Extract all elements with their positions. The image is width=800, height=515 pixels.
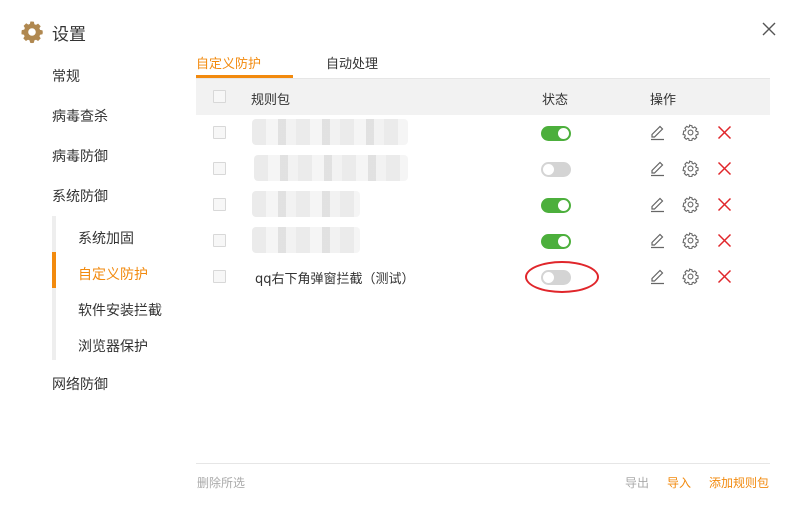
tab-custom-protection[interactable]: 自定义防护 [196,53,261,72]
settings-icon[interactable] [682,124,699,141]
tab-auto-handle[interactable]: 自动处理 [326,53,378,72]
redacted-rule-name [254,155,408,181]
delete-icon[interactable] [716,268,733,285]
table-row [196,187,770,223]
row-checkbox[interactable] [213,270,226,283]
table-header: 规则包 状态 操作 [196,79,770,115]
row-checkbox[interactable] [213,126,226,139]
table-row [196,223,770,259]
window-title-bar: 设置 [20,18,86,46]
redacted-rule-name [252,227,360,253]
status-toggle[interactable] [541,126,571,141]
redacted-rule-name [252,119,408,145]
table-row [196,115,770,151]
settings-icon[interactable] [682,268,699,285]
tab-active-underline [196,75,293,78]
status-toggle[interactable] [541,234,571,249]
row-checkbox[interactable] [213,162,226,175]
delete-icon[interactable] [716,196,733,213]
status-toggle[interactable] [541,198,571,213]
sidebar-item-network-defense[interactable]: 网络防御 [52,374,108,394]
settings-icon[interactable] [682,196,699,213]
rule-pack-name: qq右下角弹窗拦截（测试） [255,272,415,287]
settings-icon[interactable] [682,160,699,177]
edit-icon[interactable] [649,232,666,249]
row-checkbox[interactable] [213,234,226,247]
table-row [196,151,770,187]
sidebar-item-virus-defense[interactable]: 病毒防御 [52,146,108,166]
edit-icon[interactable] [649,160,666,177]
select-all-checkbox[interactable] [213,90,226,103]
sidebar-subitem-install-blocking[interactable]: 软件安装拦截 [78,300,162,320]
close-icon[interactable] [760,20,778,38]
window-title: 设置 [52,24,86,45]
sidebar-item-system-defense[interactable]: 系统防御 [52,186,108,206]
submenu-active-indicator [52,252,56,288]
gear-icon [21,21,43,44]
add-rule-pack-button[interactable]: 添加规则包 [709,474,769,491]
delete-icon[interactable] [716,160,733,177]
edit-icon[interactable] [649,268,666,285]
footer-divider [196,463,770,464]
delete-icon[interactable] [716,232,733,249]
sidebar-subitem-custom-protection[interactable]: 自定义防护 [78,264,148,284]
submenu-rail [52,216,56,360]
settings-icon[interactable] [682,232,699,249]
redacted-rule-name [252,191,360,217]
sidebar-subitem-system-hardening[interactable]: 系统加固 [78,228,134,248]
export-button[interactable]: 导出 [625,474,649,491]
delete-icon[interactable] [716,124,733,141]
annotation-highlight-ellipse [525,261,599,293]
delete-selected-button[interactable]: 删除所选 [197,474,245,491]
column-header-rule-pack: 规则包 [251,93,291,108]
sidebar-item-virus-scan[interactable]: 病毒查杀 [52,106,108,126]
tab-bar: 自定义防护 自动处理 [196,48,770,79]
sidebar-item-general[interactable]: 常规 [52,66,80,86]
edit-icon[interactable] [649,196,666,213]
status-toggle[interactable] [541,162,571,177]
import-button[interactable]: 导入 [667,474,691,491]
table-row: qq右下角弹窗拦截（测试） [196,259,770,295]
sidebar-subitem-browser-protection[interactable]: 浏览器保护 [78,336,148,356]
column-header-status: 状态 [542,93,569,108]
row-checkbox[interactable] [213,198,226,211]
column-header-actions: 操作 [650,93,677,108]
edit-icon[interactable] [649,124,666,141]
